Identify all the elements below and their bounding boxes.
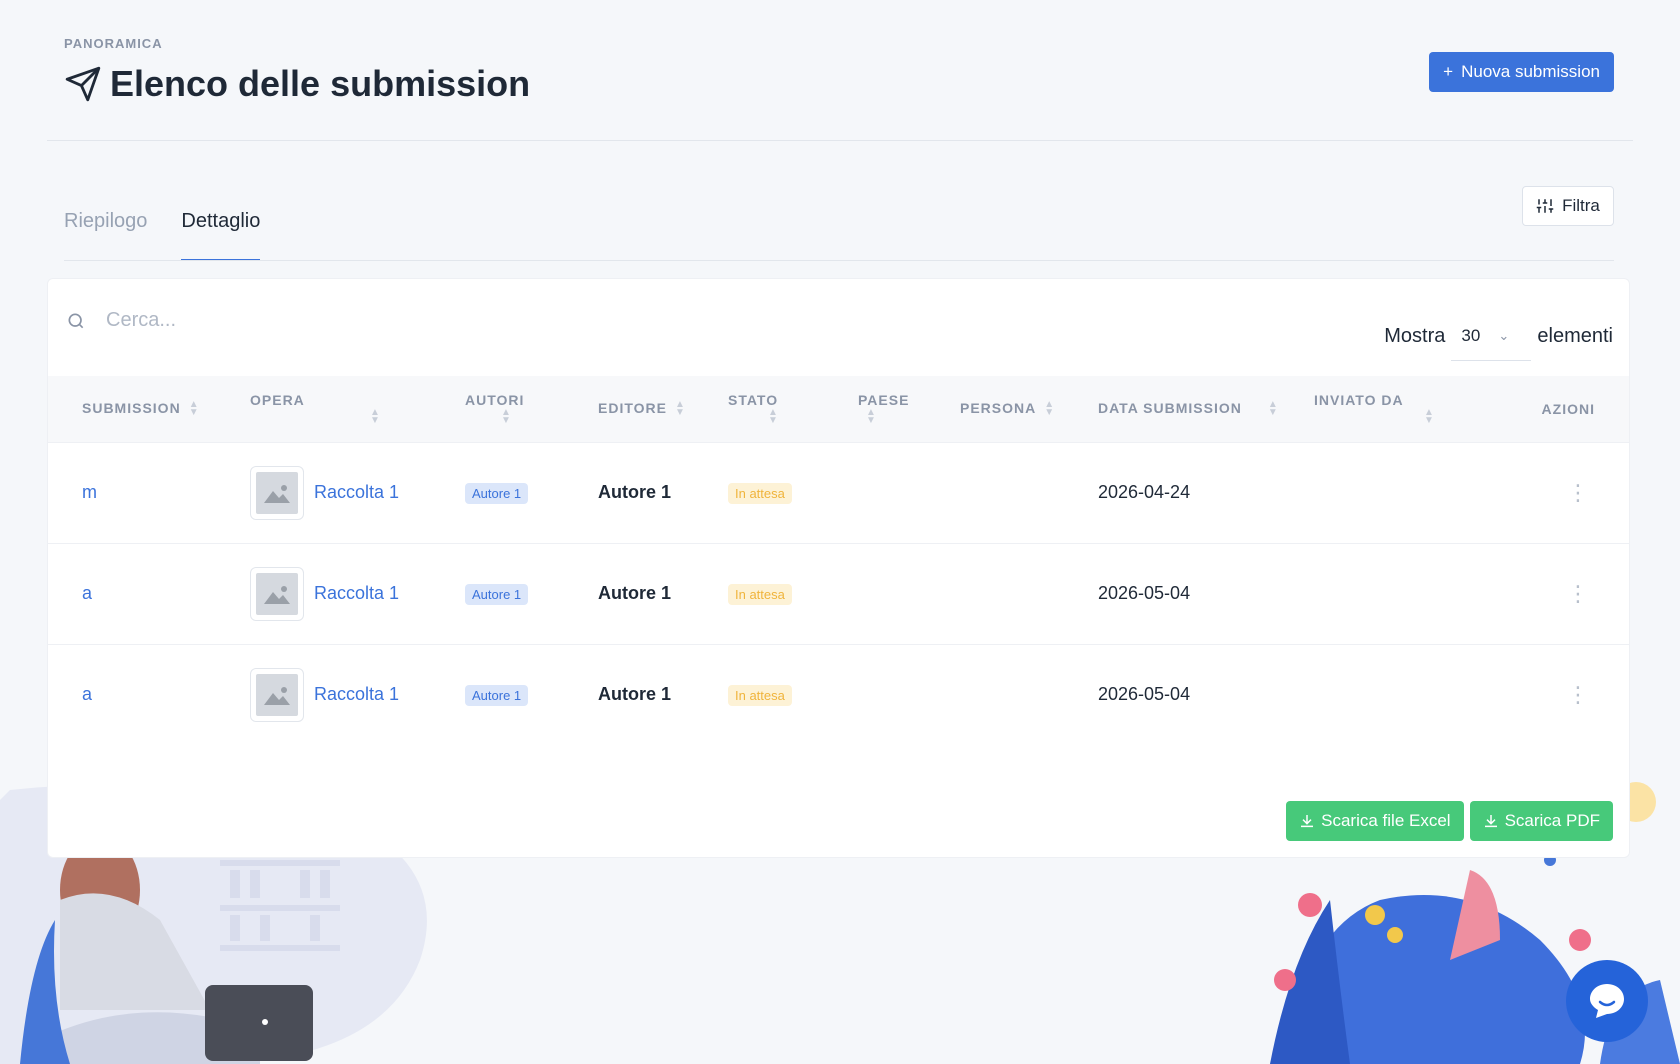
filter-button[interactable]: Filtra (1522, 186, 1614, 226)
download-actions: Scarica file Excel Scarica PDF (1286, 801, 1613, 841)
opera-link[interactable]: Raccolta 1 (314, 482, 399, 503)
table-row: a Raccolta 1 Autore 1 Autore 1 In attesa… (48, 543, 1629, 644)
plus-icon: + (1443, 62, 1454, 81)
column-header-autori[interactable]: AUTORI▲ ▼ (431, 376, 564, 442)
search-input[interactable] (106, 309, 406, 332)
download-icon (1301, 815, 1314, 828)
submission-date: 2026-05-04 (1098, 684, 1191, 705)
download-excel-label: Scarica file Excel (1321, 811, 1451, 830)
sort-icon: ▲ ▼ (768, 407, 779, 427)
new-submission-label: Nuova submission (1461, 62, 1600, 81)
sliders-icon (1536, 199, 1554, 213)
persona-cell (926, 644, 1064, 745)
new-submission-button[interactable]: + Nuova submission (1429, 52, 1614, 92)
send-icon (65, 66, 101, 102)
column-header-paese[interactable]: PAESE▲ ▼ (824, 376, 926, 442)
search-icon (68, 313, 84, 328)
status-badge: In attesa (728, 584, 792, 605)
tabs: Riepilogo Dettaglio (64, 210, 261, 261)
column-header-submission[interactable]: SUBMISSION ▲ ▼ (48, 376, 216, 442)
submission-link[interactable]: m (82, 482, 97, 502)
page-header: PANORAMICA Elenco delle submission (64, 36, 530, 105)
download-icon (1484, 815, 1497, 828)
table-row: a Raccolta 1 Autore 1 Autore 1 In attesa… (48, 644, 1629, 745)
submissions-table: SUBMISSION ▲ ▼ OPERA▲ ▼ AUTORI▲ ▼ EDITORE ▲ ▼ … (48, 376, 1629, 745)
column-header-azioni: AZIONI (1541, 400, 1595, 417)
more-actions-icon[interactable]: ⋮ (1496, 644, 1629, 745)
inviato-da-cell (1280, 543, 1496, 644)
page-size-control: Mostra 30 ⌄ elementi (1384, 319, 1613, 361)
image-placeholder-icon (250, 465, 304, 520)
sort-icon: ▲ ▼ (674, 399, 686, 419)
persona-cell (926, 442, 1064, 543)
paese-cell (824, 543, 926, 644)
opera-link[interactable]: Raccolta 1 (314, 583, 399, 604)
author-badge: Autore 1 (465, 584, 529, 605)
page-size-select[interactable]: 30 ⌄ (1451, 326, 1532, 361)
sort-icon: ▲ ▼ (866, 407, 877, 427)
tab-dettaglio[interactable]: Dettaglio (181, 210, 261, 261)
inviato-da-cell (1280, 442, 1496, 543)
more-actions-icon[interactable]: ⋮ (1496, 442, 1629, 543)
image-placeholder-icon (250, 566, 304, 621)
show-suffix: elementi (1537, 325, 1613, 347)
tab-riepilogo[interactable]: Riepilogo (64, 210, 147, 261)
show-prefix: Mostra (1384, 325, 1446, 347)
status-badge: In attesa (728, 483, 792, 504)
column-header-persona[interactable]: PERSONA ▲ ▼ (926, 376, 1064, 442)
editor-name: Autore 1 (598, 583, 672, 603)
header-divider (47, 140, 1633, 141)
sort-icon: ▲ ▼ (370, 407, 381, 427)
filter-label: Filtra (1562, 196, 1600, 215)
column-header-data-submission[interactable]: DATA SUBMISSION ▲ ▼ (1064, 376, 1280, 442)
column-header-inviato-da[interactable]: INVIATO DA▲ ▼ (1280, 376, 1496, 442)
column-header-editore[interactable]: EDITORE ▲ ▼ (564, 376, 694, 442)
sort-icon: ▲ ▼ (1267, 399, 1279, 419)
status-badge: In attesa (728, 685, 792, 707)
inviato-da-cell (1280, 644, 1496, 745)
download-pdf-button[interactable]: Scarica PDF (1469, 801, 1613, 841)
sort-icon: ▲ ▼ (188, 399, 200, 419)
page-size-value: 30 (1461, 326, 1481, 345)
sort-icon: ▲ ▼ (1044, 399, 1056, 419)
sort-icon: ▲ ▼ (1424, 407, 1435, 427)
search-bar (66, 309, 406, 332)
chevron-down-icon: ⌄ (1498, 328, 1510, 343)
submission-date: 2026-05-04 (1098, 583, 1191, 603)
submission-link[interactable]: a (82, 583, 92, 603)
opera-link[interactable]: Raccolta 1 (314, 684, 399, 705)
breadcrumb: PANORAMICA (64, 36, 163, 51)
chat-button[interactable] (1566, 960, 1648, 1042)
submissions-card: Mostra 30 ⌄ elementi SUBMISSION▲▼ OPERA▲… (47, 278, 1630, 858)
sort-icon: ▲ ▼ (501, 407, 512, 427)
author-badge: Autore 1 (465, 685, 529, 707)
chat-bubble-icon (1590, 984, 1624, 1018)
more-actions-icon[interactable]: ⋮ (1496, 543, 1629, 644)
column-header-opera[interactable]: OPERA▲ ▼ (216, 376, 431, 442)
table-header-row: SUBMISSION ▲ ▼ OPERA▲ ▼ AUTORI▲ ▼ EDITORE ▲ ▼ … (48, 376, 1629, 442)
paese-cell (824, 442, 926, 543)
page-title: Elenco delle submission (110, 63, 531, 104)
author-badge: Autore 1 (465, 483, 529, 504)
download-pdf-label: Scarica PDF (1504, 811, 1600, 830)
editor-name: Autore 1 (598, 482, 672, 502)
tabs-divider (64, 260, 1614, 261)
download-excel-button[interactable]: Scarica file Excel (1286, 801, 1464, 841)
editor-name: Autore 1 (598, 684, 672, 705)
image-placeholder-icon (250, 667, 304, 722)
table-row: m Raccolta 1 Autore 1 Autore 1 In attesa… (48, 442, 1629, 543)
submission-link[interactable]: a (82, 684, 92, 704)
paese-cell (824, 644, 926, 745)
persona-cell (926, 543, 1064, 644)
column-header-stato[interactable]: STATO▲ ▼ (694, 376, 824, 442)
submission-date: 2026-04-24 (1098, 482, 1191, 502)
